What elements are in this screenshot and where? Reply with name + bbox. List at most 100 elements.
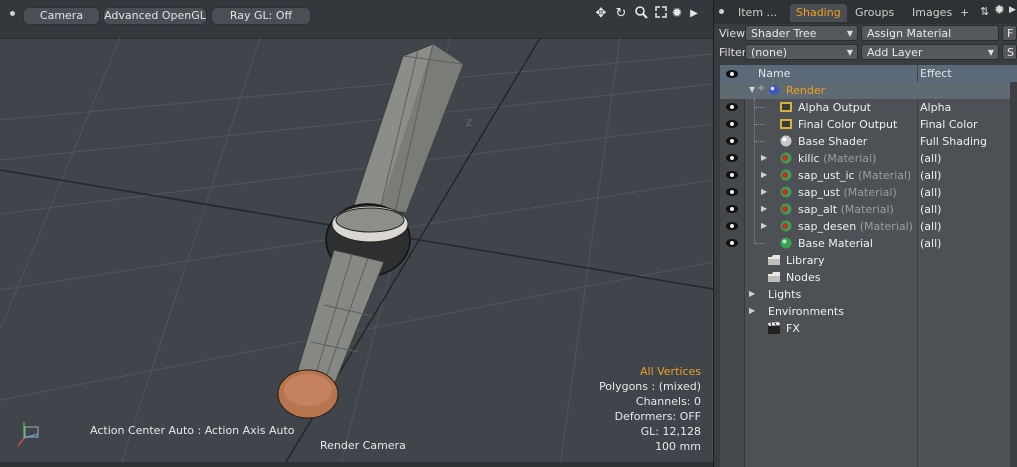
tree-row-library[interactable]: Library (720, 252, 1017, 269)
rotate-icon[interactable]: ↻ (613, 6, 629, 22)
panel-arrow-icon[interactable]: ▶ (1009, 5, 1016, 15)
play-arrow-icon[interactable]: ▶ (686, 6, 702, 22)
eye-icon[interactable] (725, 237, 739, 249)
plus-icon: + (757, 83, 766, 94)
tree-row-final-color-output[interactable]: Final Color Output Final Color (720, 116, 1017, 133)
expand-arrow-icon[interactable]: ▶ (761, 221, 767, 230)
expand-arrow-icon[interactable]: ▶ (749, 306, 755, 315)
tree-row-material[interactable]: ▶ sap_ust_ic (Material) (all) (720, 167, 1017, 184)
hud-polygons: Polygons : (mixed) (599, 380, 701, 393)
clapperboard-icon (768, 322, 780, 334)
f-button[interactable]: F (1002, 25, 1017, 41)
tree-row-material[interactable]: ▶ sap_desen (Material) (all) (720, 218, 1017, 235)
eye-icon[interactable] (725, 152, 739, 164)
add-layer-label: Add Layer (867, 46, 923, 59)
tab-item[interactable]: Item ... (732, 4, 783, 22)
tree-row-render[interactable]: ▼ + Render (720, 82, 1017, 99)
ray-gl-button[interactable]: Ray GL: Off (211, 7, 311, 25)
viewport-toolbar: Camera Advanced OpenGL Ray GL: Off ✥ ↻ ✹… (0, 0, 713, 39)
3d-viewport[interactable]: Camera Advanced OpenGL Ray GL: Off ✥ ↻ ✹… (0, 0, 714, 467)
collapse-arrow-icon[interactable]: ▼ (749, 85, 755, 94)
tree-effect: (all) (920, 203, 942, 216)
shader-tree: ▼ + Render Alpha Output Alpha Final Colo… (720, 82, 1017, 467)
panel-tab-bar: Item ... Shading Groups Images + ⇅ ✹ ▶ (714, 0, 1017, 24)
eye-icon[interactable] (725, 169, 739, 181)
tree-label: sap_ust (Material) (798, 186, 897, 199)
column-name-header[interactable]: Name (758, 67, 790, 80)
assign-material-button[interactable]: Assign Material (861, 25, 999, 41)
expand-arrow-icon[interactable]: ▶ (761, 170, 767, 179)
tree-row-alpha-output[interactable]: Alpha Output Alpha (720, 99, 1017, 116)
tree-label: Base Shader (798, 135, 868, 148)
panel-gear-icon[interactable]: ✹ (994, 3, 1005, 18)
tree-label: sap_desen (Material) (798, 220, 913, 233)
tree-label: Library (786, 254, 825, 267)
add-layer-dropdown[interactable]: Add Layer ▼ (861, 44, 999, 60)
viewport-menu-dot[interactable] (10, 11, 15, 16)
eye-icon[interactable] (725, 135, 739, 147)
eye-icon[interactable] (725, 68, 739, 80)
tree-row-material[interactable]: ▶ sap_alt (Material) (all) (720, 201, 1017, 218)
tree-label: Environments (768, 305, 844, 318)
expand-arrow-icon[interactable]: ▶ (761, 187, 767, 196)
tab-images[interactable]: Images (906, 4, 958, 22)
maximize-icon[interactable] (653, 6, 669, 23)
base-material-icon (780, 237, 792, 249)
tree-row-fx[interactable]: FX (720, 320, 1017, 337)
folder-icon (768, 255, 780, 265)
tree-header: Name Effect (720, 65, 1017, 83)
move-icon[interactable]: ✥ (593, 6, 609, 22)
filter-dropdown[interactable]: (none) ▼ (745, 44, 858, 60)
hud-scale: 100 mm (655, 440, 701, 453)
action-center-label: Action Center Auto : Action Axis Auto (90, 424, 295, 437)
tab-groups[interactable]: Groups (849, 4, 900, 22)
tree-row-base-shader[interactable]: Base Shader Full Shading (720, 133, 1017, 150)
tree-label: kilic (Material) (798, 152, 877, 165)
tree-label: Alpha Output (798, 101, 871, 114)
eye-icon[interactable] (725, 101, 739, 113)
chevron-down-icon: ▼ (987, 48, 994, 57)
tree-row-material[interactable]: ▶ sap_ust (Material) (all) (720, 184, 1017, 201)
tree-row-material[interactable]: ▶ kilic (Material) (all) (720, 150, 1017, 167)
tree-effect: (all) (920, 237, 942, 250)
gear-icon[interactable]: ✹ (669, 6, 685, 22)
tree-label: Base Material (798, 237, 873, 250)
eye-icon[interactable] (725, 186, 739, 198)
viewport-bottom-bar (0, 462, 713, 467)
expand-arrow-icon[interactable]: ▶ (761, 153, 767, 162)
tree-row-environments[interactable]: ▶ Environments (720, 303, 1017, 320)
add-tab-button[interactable]: + (954, 4, 975, 22)
zoom-icon[interactable] (633, 6, 649, 24)
expand-arrow-icon[interactable]: ▶ (749, 289, 755, 298)
output-icon (780, 102, 792, 112)
eye-icon[interactable] (725, 220, 739, 232)
output-icon (780, 119, 792, 129)
panel-menu-dot[interactable] (719, 9, 724, 14)
tree-effect: (all) (920, 220, 942, 233)
hud-channels: Channels: 0 (635, 395, 701, 408)
tree-row-nodes[interactable]: Nodes (720, 269, 1017, 286)
view-row: View Shader Tree ▼ Assign Material F (714, 24, 1017, 43)
column-effect-header[interactable]: Effect (920, 67, 952, 80)
tree-effect: (all) (920, 152, 942, 165)
s-button[interactable]: S (1002, 44, 1017, 60)
chevron-down-icon: ▼ (846, 29, 853, 38)
camera-button[interactable]: Camera (23, 7, 100, 25)
eye-icon[interactable] (725, 118, 739, 130)
advanced-opengl-button[interactable]: Advanced OpenGL (103, 7, 207, 25)
panel-expand-icon[interactable]: ⇅ (980, 5, 989, 18)
tree-row-lights[interactable]: ▶ Lights (720, 286, 1017, 303)
filter-row: Filter (none) ▼ Add Layer ▼ S (714, 43, 1017, 62)
tree-scrollbar[interactable] (1010, 82, 1017, 467)
tree-effect: (all) (920, 169, 942, 182)
expand-arrow-icon[interactable]: ▶ (761, 204, 767, 213)
material-icon (780, 169, 792, 181)
scene-canvas[interactable]: Z (0, 38, 713, 467)
axis-gizmo (17, 422, 39, 447)
view-dropdown[interactable]: Shader Tree ▼ (745, 25, 858, 41)
tree-row-base-material[interactable]: Base Material (all) (720, 235, 1017, 252)
hud-selection-mode: All Vertices (639, 365, 701, 378)
view-label: View (719, 27, 746, 40)
eye-icon[interactable] (725, 203, 739, 215)
tab-shading[interactable]: Shading (790, 4, 847, 22)
